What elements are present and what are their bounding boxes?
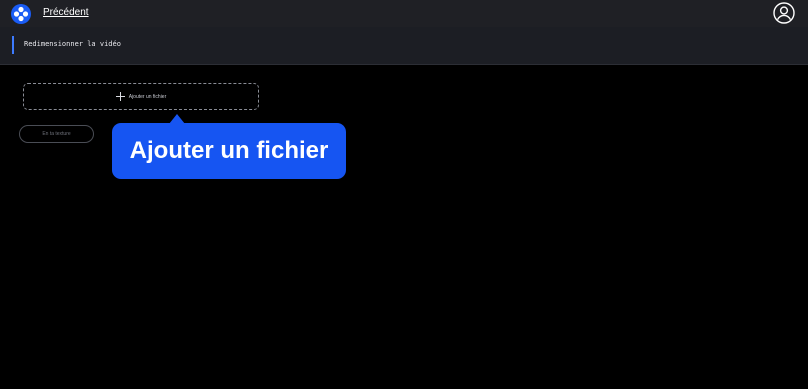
subheader-accent-bar — [12, 36, 14, 54]
secondary-button-label: En ta texture — [42, 131, 71, 137]
tooltip-text: Ajouter un fichier — [129, 137, 329, 164]
app-logo-icon[interactable] — [11, 4, 31, 24]
plus-icon — [115, 92, 125, 101]
back-link[interactable]: Précédent — [43, 7, 89, 19]
user-account-icon[interactable] — [773, 2, 795, 24]
page-title: Redimensionner la vidéo — [24, 40, 121, 48]
add-file-label: Ajouter un fichier — [128, 93, 167, 100]
page: Précédent Redimensionner la vidéo Ajoute… — [0, 0, 808, 389]
sub-header: Redimensionner la vidéo — [0, 27, 808, 65]
secondary-button[interactable]: En ta texture — [19, 125, 94, 143]
top-bar: Précédent — [0, 0, 808, 27]
add-file-dropzone[interactable]: Ajouter un fichier — [23, 83, 259, 110]
tooltip-callout: Ajouter un fichier — [112, 123, 346, 179]
